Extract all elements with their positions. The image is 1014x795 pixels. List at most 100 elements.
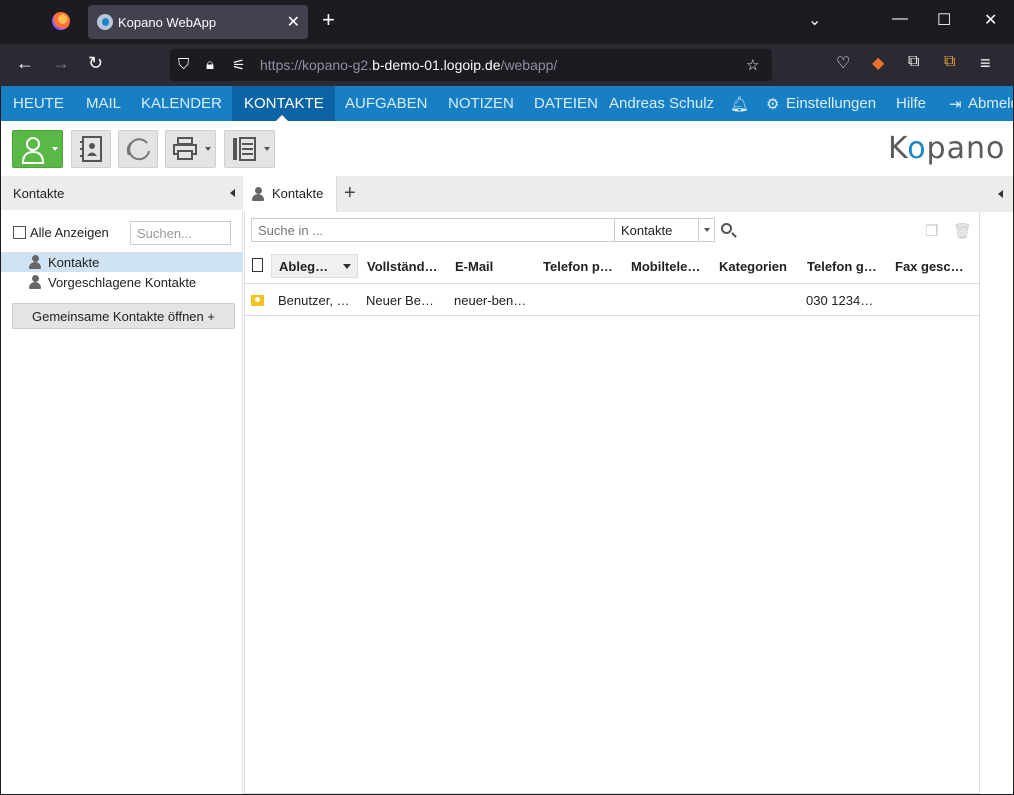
column-header[interactable]: Telefon p…	[543, 259, 613, 274]
document-icon[interactable]	[252, 258, 263, 272]
refresh-icon	[126, 138, 150, 161]
kopano-webapp: HEUTE MAIL KALENDER KONTAKTE AUFGABEN NO…	[1, 86, 1013, 794]
url-text[interactable]: https://kopano-g2.b-demo-01.logoip.de/we…	[260, 57, 557, 73]
show-all-label[interactable]: Alle Anzeigen	[30, 225, 109, 240]
tab-list-chevron-icon[interactable]: ⌄	[808, 10, 821, 30]
cell-phone-business: 030 1234…	[806, 293, 874, 308]
reload-icon[interactable]: ↻	[88, 53, 103, 74]
cell-full-name: Neuer Be…	[366, 293, 434, 308]
nav-kontakte[interactable]: KONTAKTE	[244, 95, 324, 112]
contacts-main: Kontakte + Suche in ... Kontakte ❐ 🗑︎ Ab…	[244, 176, 1013, 794]
collapse-left-icon[interactable]	[230, 189, 235, 197]
menu-hamburger-icon[interactable]: ≡	[980, 53, 991, 74]
folder-item-kontakte[interactable]: Kontakte	[1, 252, 243, 272]
minimize-icon[interactable]: —	[892, 10, 908, 28]
address-bar[interactable]: ⛉ 🔒︎ ⚟ https://kopano-g2.b-demo-01.logoi…	[170, 49, 772, 81]
extensions-puzzle-icon[interactable]: ⧉	[908, 53, 919, 71]
column-header[interactable]: Mobiltele…	[631, 259, 700, 274]
bookmark-star-icon[interactable]: ☆	[746, 56, 759, 74]
folder-label: Kontakte	[48, 255, 100, 270]
contact-card-icon	[251, 295, 264, 306]
nav-mail[interactable]: MAIL	[86, 95, 121, 112]
view-mode-button[interactable]	[224, 130, 275, 168]
folder-panel: Kontakte Alle Anzeigen Suchen... Kontakt…	[1, 176, 243, 794]
folder-panel-header: Kontakte	[1, 176, 243, 210]
folder-item-suggested[interactable]: Vorgeschlagene Kontakte	[1, 272, 243, 292]
search-icon[interactable]	[721, 223, 732, 234]
tab-kontakte[interactable]: Kontakte	[244, 176, 337, 212]
tab-strip: Kopano WebApp ✕ + ⌄ — ☐ ✕	[0, 0, 1014, 44]
column-header[interactable]: Kategorien	[719, 259, 787, 274]
new-tab-icon[interactable]: +	[322, 9, 335, 31]
back-icon[interactable]: ←	[16, 53, 34, 74]
dropdown-caret-icon[interactable]	[205, 147, 211, 151]
new-contact-button[interactable]	[12, 130, 63, 168]
contact-folder-icon	[29, 275, 41, 289]
address-book-button[interactable]	[71, 130, 111, 168]
nav-kalender[interactable]: KALENDER	[141, 95, 222, 112]
browser-toolbar: ← → ↻ ⛉ 🔒︎ ⚟ https://kopano-g2.b-demo-01…	[0, 44, 1014, 86]
folder-panel-title: Kontakte	[13, 186, 65, 201]
show-all-checkbox[interactable]	[13, 226, 26, 239]
nav-notizen[interactable]: NOTIZEN	[448, 95, 514, 112]
column-header[interactable]: E-Mail	[455, 259, 493, 274]
collapse-right-icon[interactable]	[998, 190, 1003, 198]
refresh-button[interactable]	[118, 130, 158, 168]
table-row[interactable]: Benutzer, … Neuer Be… neuer-ben… 030 123…	[245, 284, 979, 316]
nav-aufgaben[interactable]: AUFGABEN	[345, 95, 428, 112]
contacts-search-input[interactable]: Suche in ...	[251, 218, 615, 242]
pocket-icon[interactable]: ♡	[836, 53, 850, 73]
close-tab-icon[interactable]: ✕	[287, 12, 300, 32]
nav-einstellungen[interactable]: Einstellungen	[786, 95, 876, 112]
extension-fox-icon[interactable]: ◆	[872, 53, 884, 73]
contact-tab-icon	[252, 187, 264, 201]
browser-tab[interactable]: Kopano WebApp ✕	[88, 5, 308, 39]
print-button[interactable]	[165, 130, 216, 168]
settings-gear-icon[interactable]: ⚙	[766, 95, 779, 113]
nav-abmelden[interactable]: Abmelden	[968, 95, 1013, 112]
permissions-icon[interactable]: ⚟	[232, 56, 245, 74]
forward-icon[interactable]: →	[52, 53, 70, 74]
cell-email: neuer-ben…	[454, 293, 527, 308]
grid-header: Ableg… Vollständ… E-Mail Telefon p… Mobi…	[245, 248, 979, 284]
nav-heute[interactable]: HEUTE	[13, 95, 64, 112]
container-icon[interactable]: ⧉	[944, 53, 955, 71]
shield-icon[interactable]: ⛉	[178, 56, 189, 73]
person-add-icon	[21, 137, 45, 164]
main-navigation: HEUTE MAIL KALENDER KONTAKTE AUFGABEN NO…	[1, 86, 1013, 121]
column-header[interactable]: Ableg…	[279, 259, 328, 274]
maximize-icon[interactable]: ☐	[937, 10, 951, 30]
folder-label: Vorgeschlagene Kontakte	[48, 275, 197, 290]
column-header[interactable]: Fax gesc…	[895, 259, 964, 274]
app-toolbar: Kopano	[1, 121, 1013, 176]
printer-icon	[173, 137, 197, 160]
contact-folder-icon	[29, 255, 41, 269]
column-header[interactable]: Telefon g…	[807, 259, 877, 274]
close-window-icon[interactable]: ✕	[984, 10, 997, 30]
copy-icon[interactable]: ❐	[925, 222, 938, 240]
logout-icon[interactable]: ⇥	[949, 95, 962, 113]
firefox-icon[interactable]	[52, 12, 70, 30]
list-view-icon	[233, 137, 256, 161]
content-tabbar: Kontakte +	[244, 176, 1013, 212]
dropdown-caret-icon[interactable]	[52, 147, 58, 151]
add-tab-icon[interactable]: +	[344, 182, 356, 205]
browser-window: Kopano WebApp ✕ + ⌄ — ☐ ✕ ← → ↻ ⛉ 🔒︎ ⚟ h…	[0, 0, 1014, 795]
chevron-down-icon[interactable]	[698, 219, 714, 241]
address-book-icon	[80, 136, 102, 162]
lock-icon[interactable]: 🔒︎	[206, 56, 214, 73]
nav-dateien[interactable]: DATEIEN	[534, 95, 598, 112]
contacts-grid-panel: Suche in ... Kontakte ❐ 🗑︎ Ableg… Vollst…	[244, 212, 980, 794]
folder-search-input[interactable]: Suchen...	[130, 221, 231, 245]
search-scope-select[interactable]: Kontakte	[615, 218, 715, 242]
dropdown-caret-icon[interactable]	[264, 147, 270, 151]
kopano-logo: Kopano	[888, 131, 1006, 166]
open-shared-contacts-button[interactable]: Gemeinsame Kontakte öffnen +	[12, 303, 235, 329]
tab-title: Kopano WebApp	[118, 15, 217, 30]
nav-hilfe[interactable]: Hilfe	[896, 95, 926, 112]
delete-trash-icon[interactable]: 🗑︎	[953, 222, 972, 240]
user-name[interactable]: Andreas Schulz	[609, 95, 714, 112]
notifications-bell-icon[interactable]: 🔔︎	[730, 95, 749, 113]
column-header[interactable]: Vollständ…	[367, 259, 438, 274]
tab-label: Kontakte	[272, 186, 324, 201]
